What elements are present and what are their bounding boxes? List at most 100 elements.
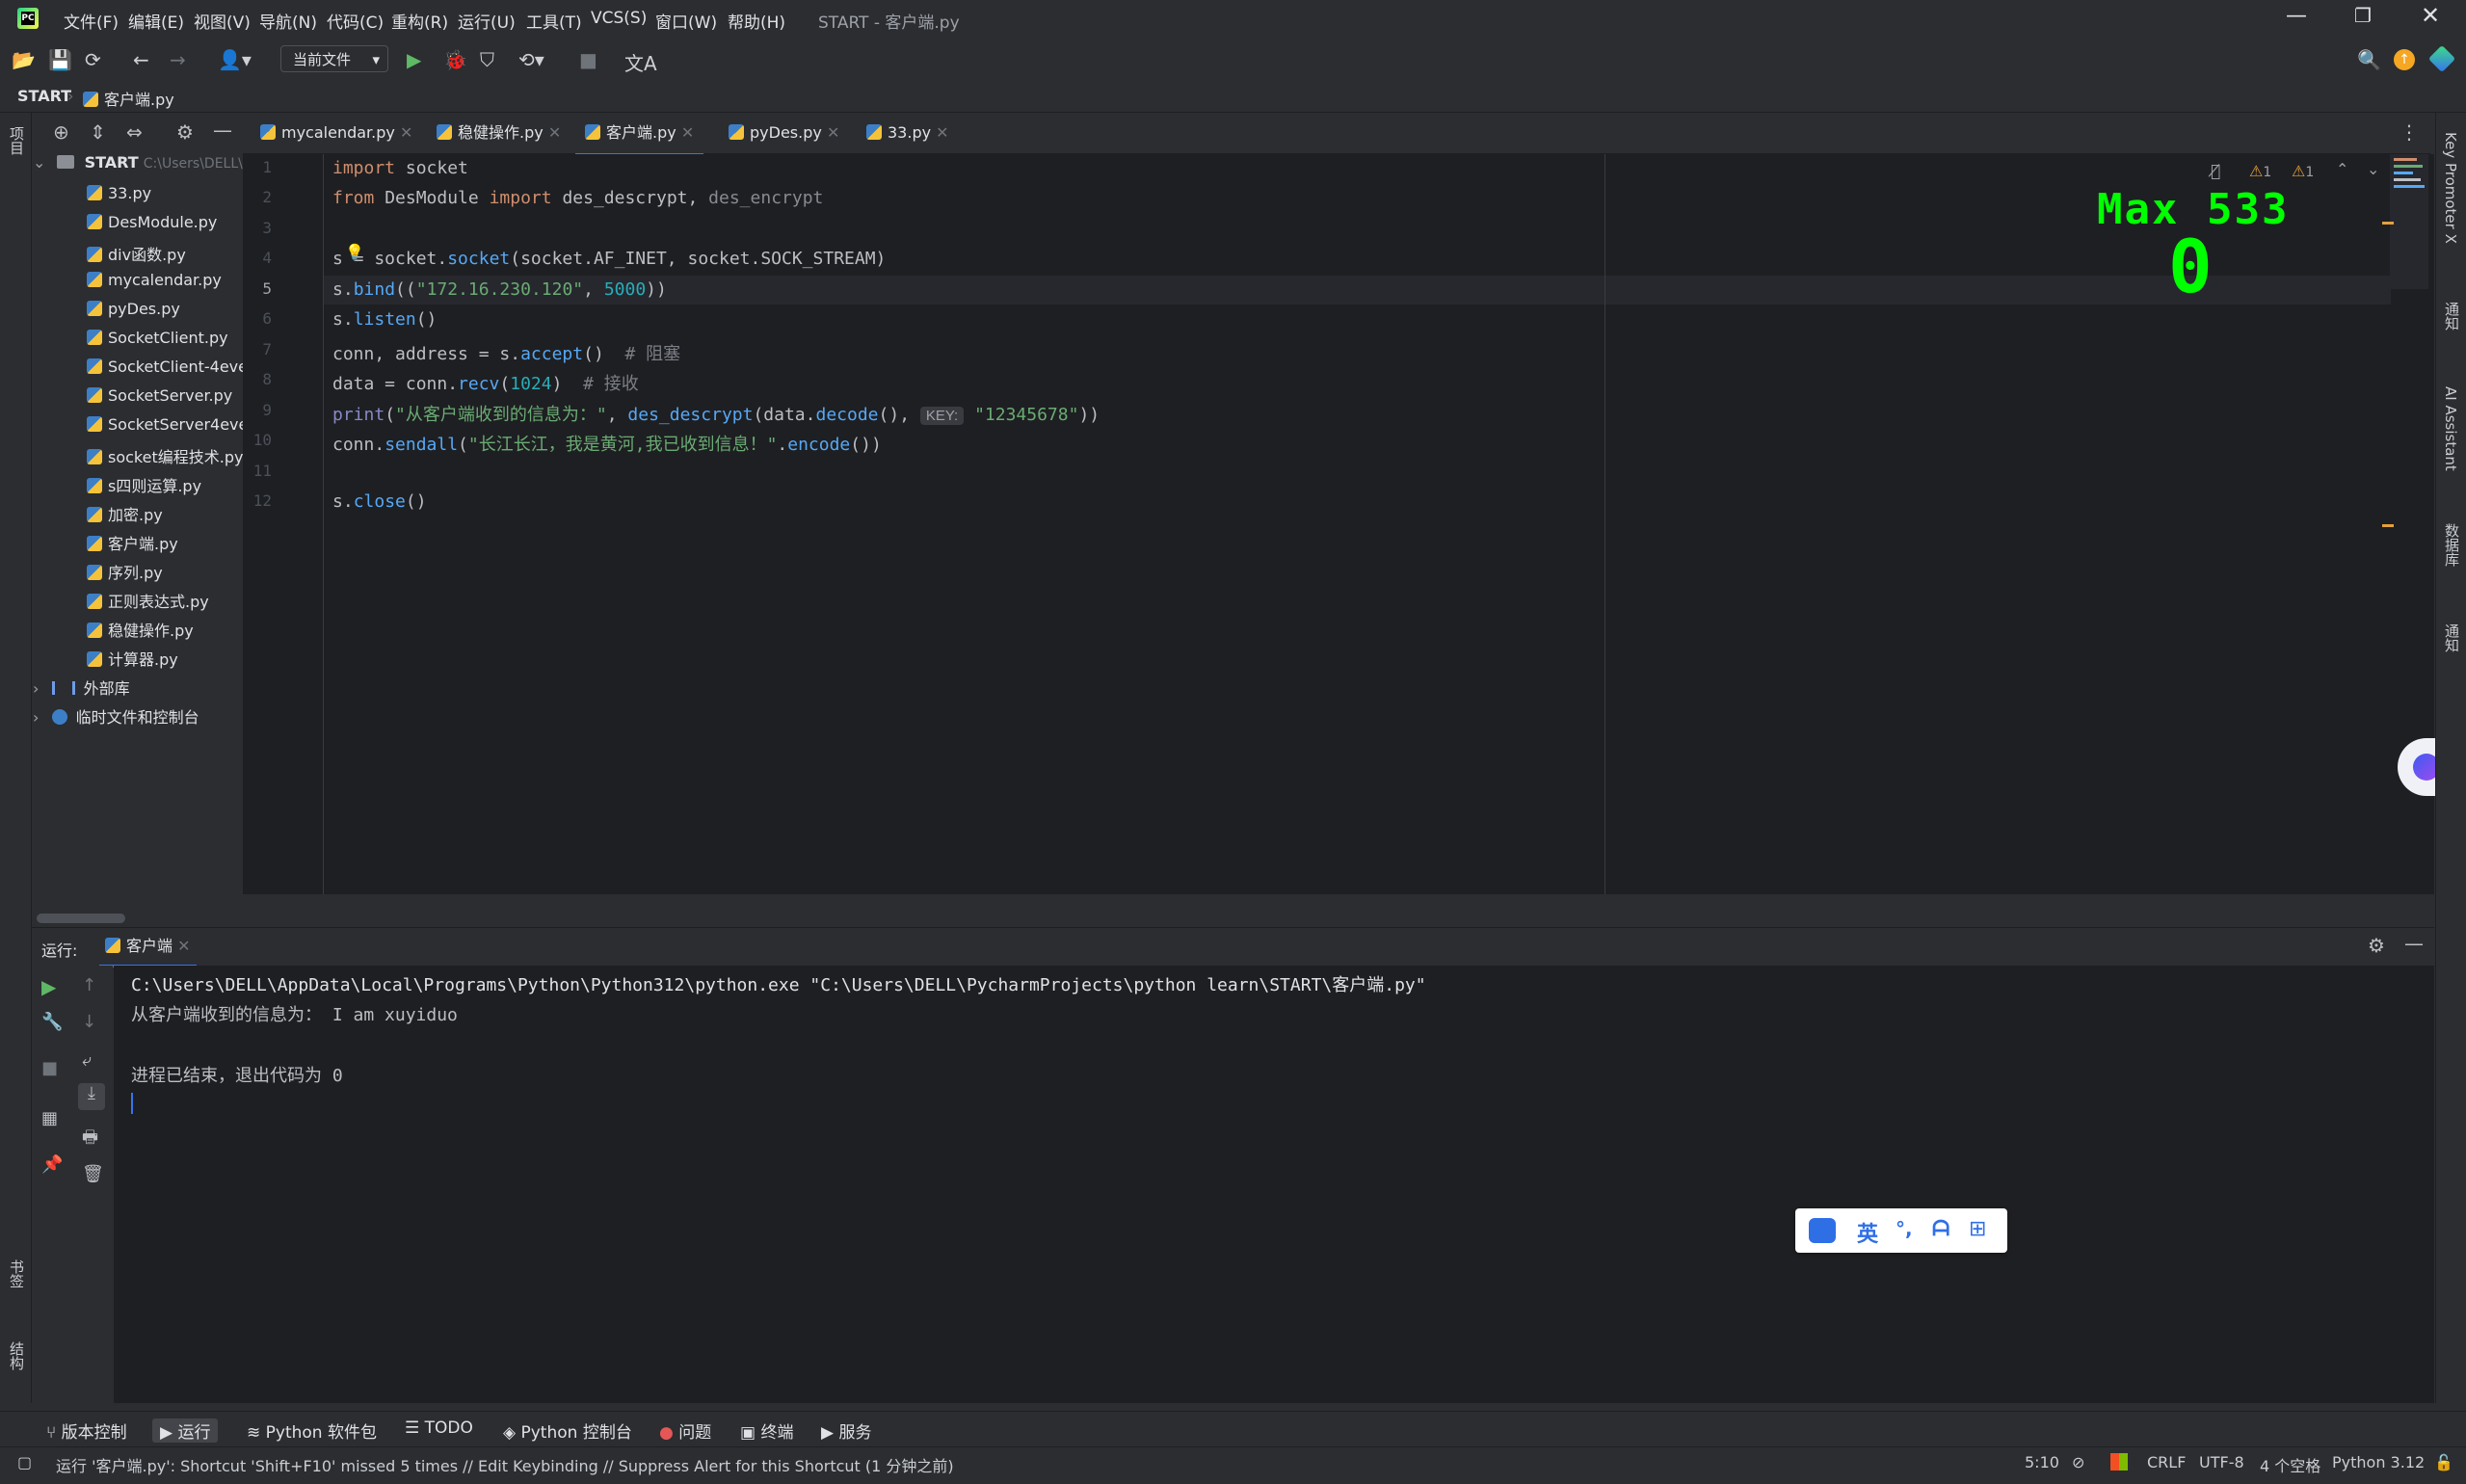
close-tab-icon[interactable]: ✕: [548, 123, 561, 142]
close-tab-icon[interactable]: ✕: [400, 123, 412, 142]
tree-external-libs[interactable]: › 外部库: [33, 676, 130, 704]
search-icon[interactable]: 🔍: [2357, 48, 2381, 71]
ime-skin-icon[interactable]: ᗩ: [1932, 1217, 1949, 1241]
key-promoter-button[interactable]: Key Promoter X: [2442, 132, 2459, 244]
close-tab-icon[interactable]: ✕: [681, 123, 694, 142]
ime-menu-icon[interactable]: ⊞: [1969, 1217, 1986, 1241]
tree-file-item[interactable]: SocketClient.py: [87, 329, 228, 358]
menu-navigate[interactable]: 导航(N): [259, 9, 317, 33]
breadcrumb-project[interactable]: START: [17, 87, 71, 105]
ime-lang-toggle[interactable]: 英: [1857, 1217, 1878, 1248]
notifications-bell-button[interactable]: 通知: [2442, 623, 2462, 652]
scroll-to-end-button[interactable]: ⤓: [78, 1083, 105, 1110]
tree-file-item[interactable]: mycalendar.py: [87, 271, 222, 300]
file-encoding[interactable]: UTF-8: [2199, 1453, 2244, 1471]
gear-icon[interactable]: ⚙: [2368, 934, 2385, 957]
close-tab-icon[interactable]: ✕: [827, 123, 839, 142]
expand-all-icon[interactable]: ⇕: [90, 120, 106, 144]
tool-todo[interactable]: ☰ TODO: [405, 1418, 473, 1438]
indent-setting[interactable]: 4 个空格: [2260, 1453, 2320, 1476]
menu-refactor[interactable]: 重构(R): [391, 9, 448, 33]
warning-icon[interactable]: ⚠1: [2249, 162, 2271, 180]
tree-file-item[interactable]: SocketServer.py: [87, 386, 232, 415]
profile-run-icon[interactable]: ⟲▾: [518, 48, 544, 71]
scroll-down-icon[interactable]: ↓: [82, 1012, 96, 1032]
tree-file-item[interactable]: 正则表达式.py: [87, 589, 209, 618]
tool-run[interactable]: ▶ 运行: [152, 1418, 219, 1443]
next-highlight-icon[interactable]: ⌄: [2367, 160, 2379, 178]
error-stripe-marker[interactable]: [2382, 222, 2394, 225]
pin-icon[interactable]: 📌: [41, 1154, 63, 1175]
caret-position[interactable]: 5:10: [2025, 1453, 2059, 1471]
database-button[interactable]: 数据库: [2442, 523, 2462, 567]
sync-icon[interactable]: ⟳: [85, 48, 101, 71]
restore-icon[interactable]: ❐: [2354, 4, 2372, 27]
tool-vcs[interactable]: ⑂ 版本控制: [46, 1418, 127, 1443]
menu-run[interactable]: 运行(U): [458, 9, 516, 33]
menu-edit[interactable]: 编辑(E): [128, 9, 184, 33]
structure-tool-button[interactable]: 结构: [7, 1341, 27, 1370]
panel-toggle-icon[interactable]: ▢: [17, 1453, 32, 1471]
close-tab-icon[interactable]: ✕: [936, 123, 948, 142]
ime-toolbar[interactable]: 英 °, ᗩ ⊞: [1795, 1208, 2007, 1253]
tree-root[interactable]: ⌄ START C:\Users\DELL\: [33, 153, 243, 182]
tree-file-item[interactable]: 加密.py: [87, 502, 163, 531]
stop-icon[interactable]: ■: [579, 48, 597, 71]
profile-icon[interactable]: 👤▾: [218, 48, 252, 71]
tree-file-item[interactable]: 计算器.py: [87, 647, 178, 676]
tab-client[interactable]: 客户端.py ✕: [575, 113, 704, 156]
save-icon[interactable]: 💾: [48, 48, 72, 71]
scroll-up-icon[interactable]: ↑: [82, 975, 96, 995]
hide-panel-icon[interactable]: —: [213, 119, 232, 142]
weak-warning-icon[interactable]: ⚠1: [2292, 162, 2314, 180]
ime-punct-toggle[interactable]: °,: [1896, 1217, 1913, 1240]
power-save-icon[interactable]: ⊘: [2072, 1453, 2084, 1471]
menu-view[interactable]: 视图(V): [194, 9, 251, 33]
tab-mycalendar[interactable]: mycalendar.py ✕: [260, 113, 412, 153]
minimize-icon[interactable]: —: [2286, 4, 2307, 28]
tree-file-item[interactable]: SocketServer4ever: [87, 415, 254, 444]
tree-file-item[interactable]: 33.py: [87, 184, 151, 213]
baidu-ime-icon[interactable]: [1809, 1218, 1836, 1243]
tab-33[interactable]: 33.py ✕: [866, 113, 949, 153]
project-tool-button[interactable]: 项目: [7, 126, 27, 155]
collapse-all-icon[interactable]: ⇔: [126, 120, 143, 144]
gear-icon[interactable]: ⚙: [176, 120, 194, 144]
translate-icon[interactable]: 文A: [624, 48, 657, 76]
tree-file-item[interactable]: div函数.py: [87, 242, 186, 271]
tree-scratches[interactable]: › 临时文件和控制台: [33, 704, 199, 733]
close-tab-icon[interactable]: ✕: [177, 937, 190, 955]
lightbulb-icon[interactable]: 💡: [345, 243, 364, 261]
tab-stable-ops[interactable]: 稳健操作.py ✕: [437, 113, 561, 153]
menu-code[interactable]: 代码(C): [327, 9, 384, 33]
python-interpreter[interactable]: Python 3.12: [2332, 1453, 2425, 1471]
tree-file-item[interactable]: pyDes.py: [87, 300, 180, 329]
soft-wrap-icon[interactable]: ⤶: [82, 1050, 92, 1071]
run-tab[interactable]: 客户端 ✕: [99, 928, 197, 967]
tool-python-console[interactable]: ◈ Python 控制台: [503, 1418, 632, 1443]
forward-icon[interactable]: →: [170, 48, 186, 71]
tool-problems[interactable]: ● 问题: [659, 1418, 711, 1443]
update-icon[interactable]: ↑: [2394, 49, 2415, 70]
menu-window[interactable]: 窗口(W): [655, 9, 717, 33]
tree-file-item[interactable]: socket编程技术.py: [87, 444, 243, 473]
prev-highlight-icon[interactable]: ⌃: [2336, 160, 2348, 178]
menu-tools[interactable]: 工具(T): [526, 9, 582, 33]
tree-file-item[interactable]: 稳健操作.py: [87, 618, 194, 647]
tool-services[interactable]: ▶ 服务: [821, 1418, 871, 1443]
back-icon[interactable]: ←: [133, 48, 149, 71]
lock-icon[interactable]: 🔓: [2434, 1453, 2453, 1471]
reader-mode-icon[interactable]: 👁̸: [2211, 162, 2220, 181]
line-separator[interactable]: CRLF: [2147, 1453, 2186, 1471]
layout-icon[interactable]: ▦: [41, 1108, 58, 1128]
tree-file-item[interactable]: s四则运算.py: [87, 473, 201, 502]
wrench-icon[interactable]: 🔧: [41, 1012, 63, 1032]
run-config-select[interactable]: 当前文件 ▾: [280, 45, 388, 72]
menu-file[interactable]: 文件(F): [64, 9, 119, 33]
tree-file-item[interactable]: DesModule.py: [87, 213, 217, 242]
stop-icon[interactable]: ■: [41, 1058, 58, 1078]
tree-file-item[interactable]: 客户端.py: [87, 531, 178, 560]
open-folder-icon[interactable]: 📂: [12, 48, 36, 71]
ai-assistant-button[interactable]: AI Assistant: [2442, 386, 2459, 471]
rerun-icon[interactable]: ▶: [41, 975, 56, 998]
